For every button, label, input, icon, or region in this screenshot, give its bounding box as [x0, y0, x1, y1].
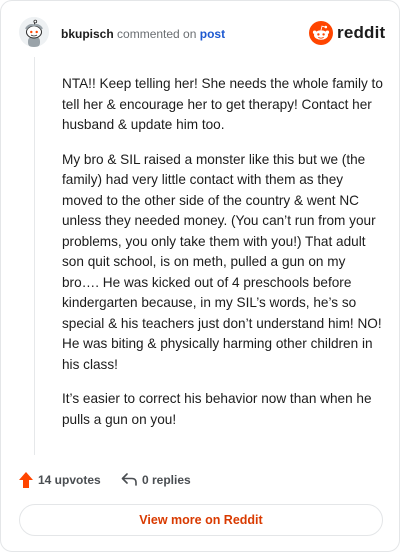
upvote-arrow-icon	[19, 472, 33, 488]
username-link[interactable]: bkupisch	[61, 27, 114, 41]
reddit-logo-icon	[309, 21, 333, 45]
comment-paragraph: My bro & SIL raised a monster like this …	[62, 151, 382, 372]
reply-count: 0 replies	[142, 473, 191, 487]
post-link[interactable]: post	[200, 27, 225, 41]
comment-meta: bkupisch commented on post	[61, 27, 225, 41]
avatar[interactable]	[19, 17, 49, 47]
comment-body: NTA!! Keep telling her! She needs the wh…	[62, 74, 386, 444]
view-more-button[interactable]: View more on Reddit	[19, 504, 383, 536]
comment-paragraph: NTA!! Keep telling her! She needs the wh…	[62, 76, 383, 132]
commented-on-text: commented on	[113, 27, 200, 41]
reply-arrow-icon	[121, 473, 137, 486]
comment-header: bkupisch commented on post reddit	[19, 17, 386, 53]
reddit-wordmark: reddit	[337, 23, 386, 42]
reddit-brand-link[interactable]: reddit	[309, 21, 386, 47]
comment-footer: 14 upvotes 0 replies	[19, 469, 381, 491]
upvote-count: 14 upvotes	[38, 473, 101, 487]
snoo-avatar-icon	[19, 17, 49, 47]
thread-line	[34, 57, 35, 455]
comment-paragraph: It’s easier to correct his behavior now …	[62, 391, 372, 427]
embedded-comment-card: bkupisch commented on post reddit NTA!! …	[0, 0, 400, 552]
